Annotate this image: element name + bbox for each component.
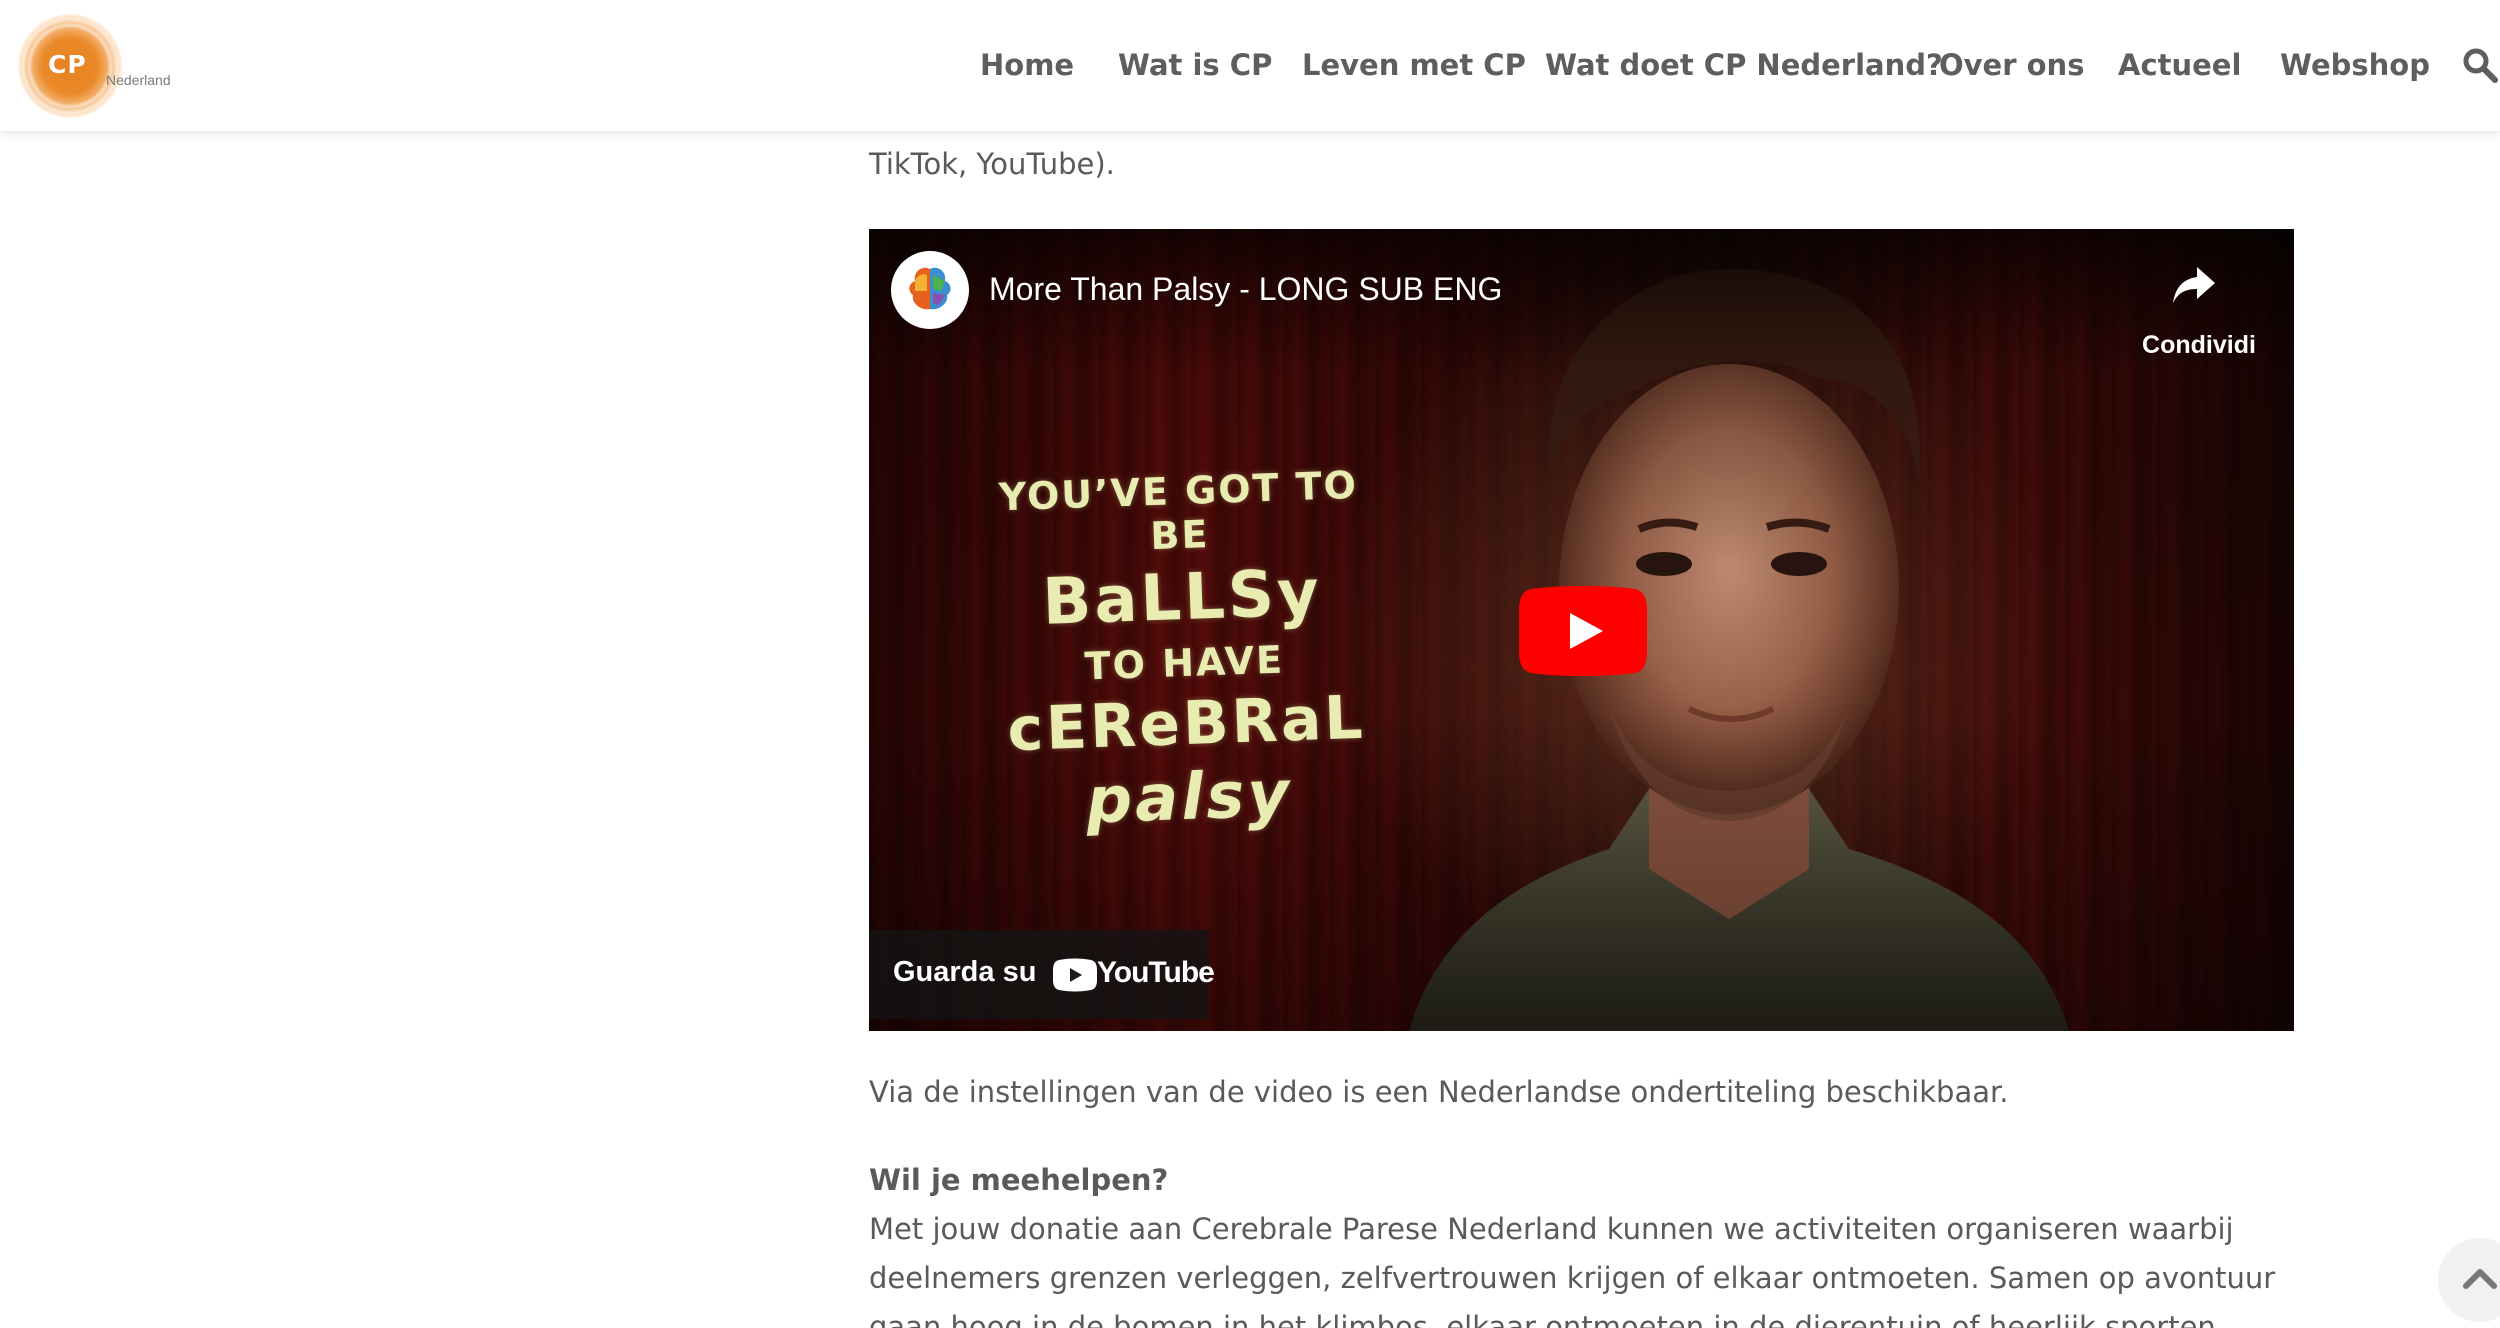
poster-line: YOU’VE GOT TO BE — [998, 462, 1359, 559]
main-nav: Home Wat is CP Leven met CP Wat doet CP … — [0, 40, 2500, 90]
chevron-up-icon — [2463, 1269, 2497, 1289]
play-button[interactable] — [1517, 585, 1649, 677]
nav-item-over-ons[interactable]: Over ons — [1939, 40, 2084, 90]
article-partial-line: TikTok, YouTube). — [869, 140, 2299, 189]
nav-item-leven-met-cp[interactable]: Leven met CP — [1302, 40, 1526, 90]
site-header: CP Nederland Home Wat is CP Leven met CP… — [0, 0, 2500, 131]
poster-line: cEReBRaL — [1006, 682, 1367, 766]
scroll-to-top-button[interactable] — [2438, 1238, 2500, 1322]
article-text-line: TikTok, YouTube). — [869, 147, 1115, 181]
youtube-logo: YouTube — [1053, 956, 1215, 992]
video-caption: Via de instellingen van de video is een … — [869, 1075, 2009, 1109]
help-heading: Wil je meehelpen? — [869, 1163, 1169, 1197]
video-title[interactable]: More Than Palsy - LONG SUB ENG — [989, 271, 1502, 308]
watch-on-youtube-button[interactable]: Guarda su YouTube — [869, 930, 1215, 1019]
channel-avatar[interactable] — [891, 251, 969, 329]
nav-item-wat-doet-cp-nederland[interactable]: Wat doet CP Nederland? — [1545, 40, 1943, 90]
poster-line: BaLLSy — [1041, 556, 1323, 640]
share-label: Condividi — [2142, 331, 2256, 359]
nav-item-webshop[interactable]: Webshop — [2280, 40, 2430, 90]
search-icon[interactable] — [2462, 47, 2498, 83]
nav-item-home[interactable]: Home — [980, 40, 1074, 90]
poster-line: palsy — [1084, 757, 1294, 839]
share-button[interactable]: Condividi — [2119, 251, 2279, 359]
nav-item-wat-is-cp[interactable]: Wat is CP — [1118, 40, 1272, 90]
share-icon — [2173, 267, 2215, 303]
nav-item-actueel[interactable]: Actueel — [2118, 40, 2241, 90]
youtube-video-embed[interactable]: YOU’VE GOT TO BE BaLLSy TO HAVE cEReBRaL… — [869, 229, 2294, 1031]
video-poster-text: YOU’VE GOT TO BE BaLLSy TO HAVE cEReBRaL… — [968, 462, 1401, 842]
brain-logo-icon — [893, 253, 967, 327]
page: CP Nederland Home Wat is CP Leven met CP… — [0, 0, 2500, 1328]
youtube-wordmark: YouTube — [1097, 956, 1215, 989]
youtube-play-icon — [1053, 958, 1097, 992]
watch-on-label: Guarda su — [893, 956, 1037, 988]
help-paragraph: Met jouw donatie aan Cerebrale Parese Ne… — [869, 1212, 2276, 1328]
